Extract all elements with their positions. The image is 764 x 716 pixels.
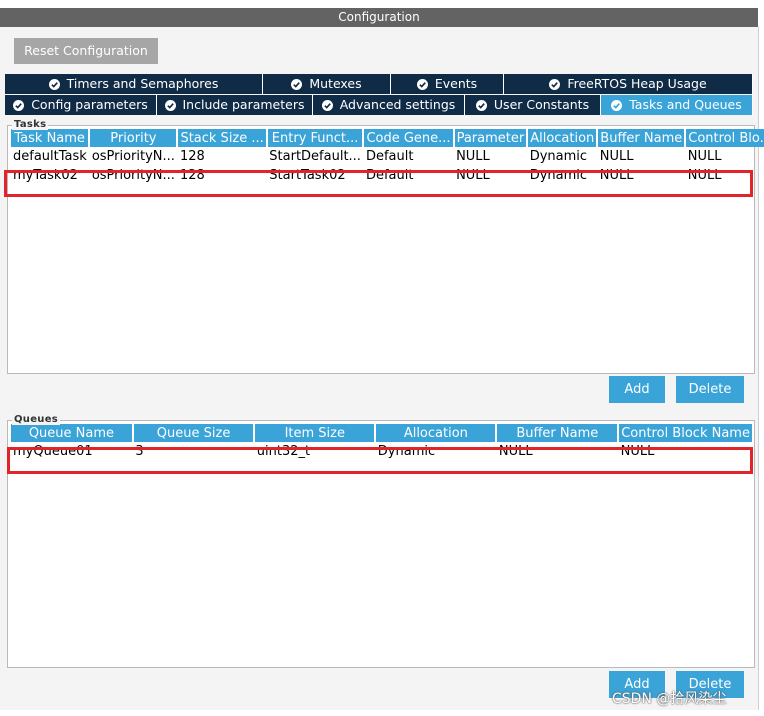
check-circle-icon <box>475 99 487 111</box>
tab-include-parameters[interactable]: Include parameters <box>157 95 313 115</box>
reset-configuration-button[interactable]: Reset Configuration <box>14 38 158 64</box>
tab-label: Config parameters <box>31 97 148 112</box>
tab-advanced-settings[interactable]: Advanced settings <box>313 95 465 115</box>
highlight-box <box>4 170 753 197</box>
column-header[interactable]: Buffer Name <box>496 424 620 442</box>
table-cell: NULL <box>597 147 686 166</box>
table-cell: StartDefault... <box>266 147 364 166</box>
table-row[interactable]: defaultTask osPriorityN... 128 StartDefa… <box>11 147 764 166</box>
table-cell: defaultTask <box>11 147 90 166</box>
check-circle-icon <box>291 78 303 90</box>
tab-label: Timers and Semaphores <box>66 76 219 91</box>
queues-group-label: Queues <box>12 414 61 425</box>
column-header[interactable]: Buffer Name <box>597 129 687 147</box>
tab-label: User Constants <box>493 97 590 112</box>
column-header[interactable]: Control Block Name <box>618 424 754 442</box>
tab-mutexes[interactable]: Mutexes <box>263 74 391 94</box>
tab-events[interactable]: Events <box>391 74 504 94</box>
tab-label: Events <box>434 76 478 91</box>
column-header[interactable]: Code Gene... <box>363 129 455 147</box>
check-circle-icon <box>549 78 561 90</box>
column-header[interactable]: Allocation <box>527 129 599 147</box>
highlight-box <box>7 447 753 474</box>
tasks-delete-button[interactable]: Delete <box>676 376 744 403</box>
tab-freertos-heap-usage[interactable]: FreeRTOS Heap Usage <box>504 74 753 94</box>
queues-header-row: Queue Name Queue Size Item Size Allocati… <box>11 424 754 442</box>
tab-label: FreeRTOS Heap Usage <box>567 76 707 91</box>
column-header[interactable]: Control Blo... <box>685 129 764 147</box>
column-header[interactable]: Entry Funct... <box>266 129 365 147</box>
check-circle-icon <box>48 78 60 90</box>
tab-label: Mutexes <box>309 76 362 91</box>
tab-label: Tasks and Queues <box>629 97 742 112</box>
tasks-header-row: Task Name Priority Stack Size ... Entry … <box>11 129 764 147</box>
column-header[interactable]: Queue Size <box>132 424 256 442</box>
window-title: Configuration <box>0 8 758 27</box>
tab-user-constants[interactable]: User Constants <box>465 95 601 115</box>
column-header[interactable]: Priority <box>89 129 179 147</box>
check-circle-icon <box>13 99 25 111</box>
tasks-add-button[interactable]: Add <box>609 376 665 403</box>
table-cell: Dynamic <box>527 147 598 166</box>
tasks-group: Task Name Priority Stack Size ... Entry … <box>7 125 764 374</box>
column-header[interactable]: Stack Size ... <box>177 129 268 147</box>
check-circle-icon <box>416 78 428 90</box>
column-header[interactable]: Parameter <box>453 129 529 147</box>
column-header[interactable]: Allocation <box>375 424 498 442</box>
check-circle-icon <box>164 99 176 111</box>
tab-label: Advanced settings <box>339 97 456 112</box>
watermark: CSDN @拾风染尘 <box>612 691 727 707</box>
tab-config-parameters[interactable]: Config parameters <box>5 95 157 115</box>
table-cell: 128 <box>177 147 268 166</box>
tasks-group-label: Tasks <box>12 119 49 130</box>
column-header[interactable]: Item Size <box>254 424 377 442</box>
table-cell: osPriorityN... <box>89 147 178 166</box>
tab-tasks-and-queues[interactable]: Tasks and Queues <box>601 95 753 115</box>
tab-label: Include parameters <box>182 97 305 112</box>
table-cell: NULL <box>685 147 764 166</box>
check-circle-icon <box>611 99 623 111</box>
tab-row-2: Config parameters Include parameters Adv… <box>5 95 753 115</box>
column-header[interactable]: Task Name <box>11 129 91 147</box>
table-cell: Default <box>363 147 455 166</box>
table-cell: NULL <box>453 147 528 166</box>
check-circle-icon <box>321 99 333 111</box>
column-header[interactable]: Queue Name <box>11 424 134 442</box>
tab-row-1: Timers and Semaphores Mutexes Events Fre… <box>5 74 753 94</box>
tab-timers-and-semaphores[interactable]: Timers and Semaphores <box>5 74 263 94</box>
